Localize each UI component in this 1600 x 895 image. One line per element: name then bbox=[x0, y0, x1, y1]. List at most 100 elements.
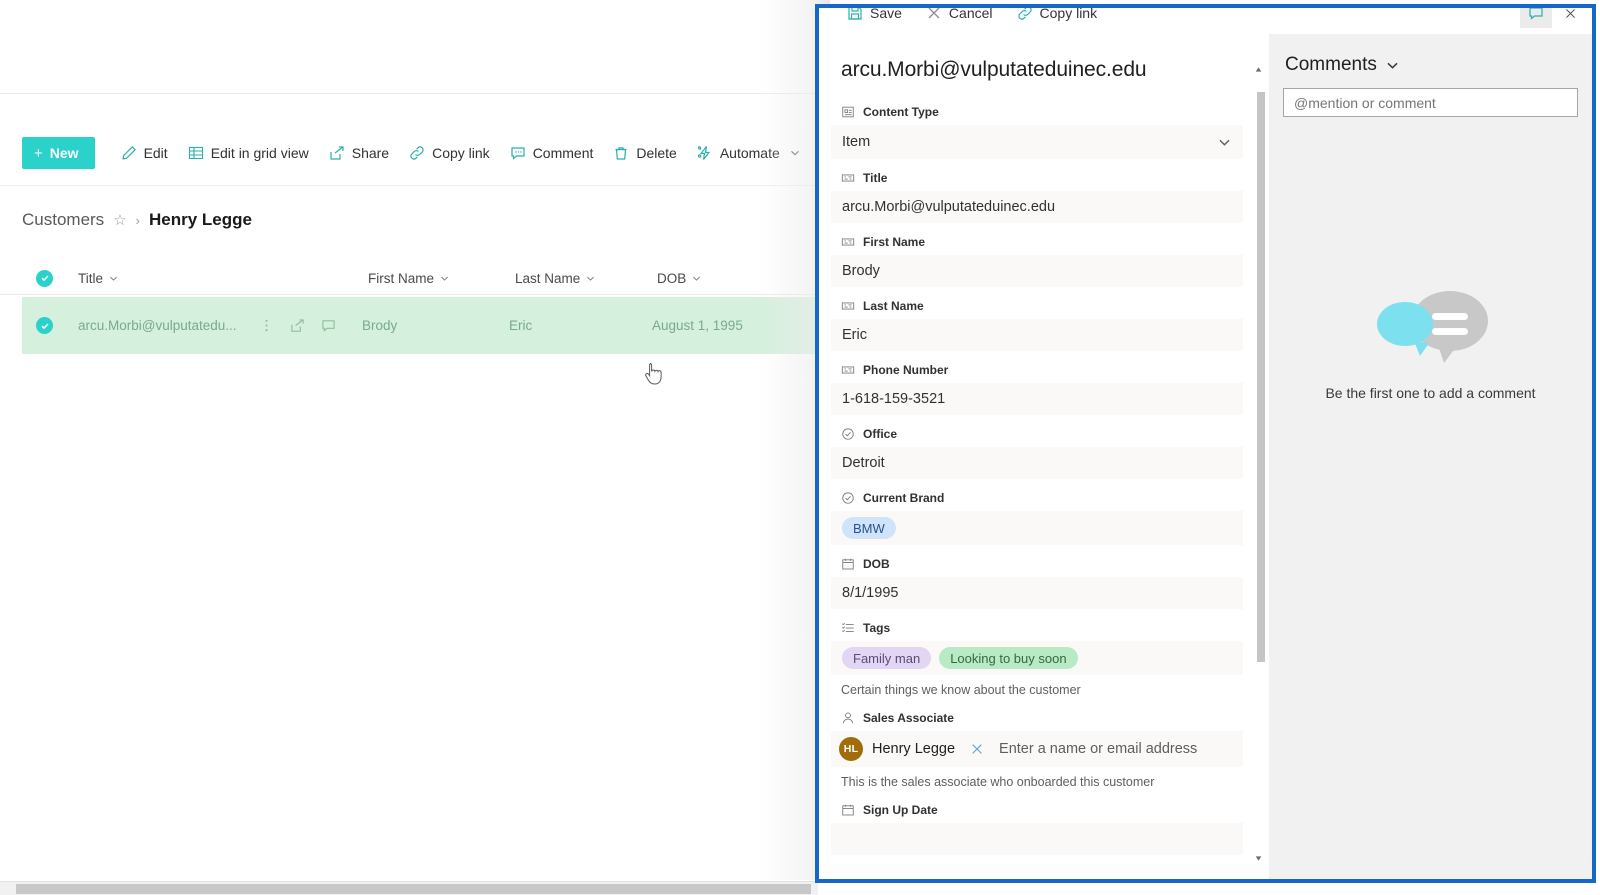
label-text: Phone Number bbox=[863, 363, 949, 377]
share-icon bbox=[329, 145, 345, 161]
edit-in-grid-view-button[interactable]: Edit in grid view bbox=[178, 137, 319, 169]
person-search-input[interactable]: Enter a name or email address bbox=[999, 741, 1197, 757]
comments-empty-state: Be the first one to add a comment bbox=[1269, 289, 1592, 401]
table-header-divider bbox=[0, 294, 830, 295]
content-type-value: Item bbox=[842, 134, 871, 150]
mouse-cursor bbox=[645, 363, 662, 385]
select-all-checkbox[interactable] bbox=[36, 269, 53, 287]
chevron-down-icon bbox=[693, 276, 701, 281]
sales-associate-picker[interactable]: HL Henry Legge Enter a name or email add… bbox=[831, 731, 1243, 767]
table-row[interactable]: arcu.Morbi@vulputatedu... Brody Eric Aug… bbox=[22, 297, 830, 354]
chevron-down-icon bbox=[440, 276, 449, 281]
share-label: Share bbox=[351, 145, 390, 161]
person-name: Henry Legge bbox=[872, 741, 956, 757]
column-header-last-name[interactable]: Last Name bbox=[515, 271, 595, 286]
row-comment-icon[interactable] bbox=[321, 318, 336, 333]
last-name-input[interactable]: Eric bbox=[831, 319, 1243, 351]
row-share-icon[interactable] bbox=[290, 318, 305, 333]
panel-command-bar-right bbox=[1520, 8, 1586, 30]
more-options-icon[interactable] bbox=[259, 318, 274, 333]
comment-button[interactable]: Comment bbox=[500, 137, 604, 169]
close-panel-button[interactable] bbox=[1554, 8, 1586, 28]
list-command-bar: + New Edit Edit in grid view Share Copy … bbox=[0, 128, 839, 178]
row-select-checkbox[interactable] bbox=[36, 317, 53, 334]
new-button[interactable]: + New bbox=[22, 137, 95, 169]
field-phone-number: Phone Number 1-618-159-3521 bbox=[831, 356, 1243, 415]
first-name-input[interactable]: Brody bbox=[831, 255, 1243, 287]
brand-pill: BMW bbox=[842, 517, 896, 539]
field-label: Current Brand bbox=[831, 484, 1243, 511]
label-text: Title bbox=[863, 171, 888, 185]
save-label: Save bbox=[870, 8, 902, 21]
column-header-dob[interactable]: DOB bbox=[657, 271, 701, 286]
breadcrumb-separator: › bbox=[135, 212, 140, 228]
cell-dob: August 1, 1995 bbox=[652, 318, 743, 333]
toggle-comments-button[interactable] bbox=[1520, 8, 1552, 28]
chevron-down-icon bbox=[1387, 62, 1398, 69]
cell-first-name: Brody bbox=[362, 318, 398, 333]
comments-pane: Comments @mention or comment Be the firs… bbox=[1269, 34, 1592, 879]
column-header-first-name[interactable]: First Name bbox=[368, 271, 449, 286]
copy-link-button[interactable]: Copy link bbox=[399, 137, 500, 169]
breadcrumb-current-item[interactable]: Henry Legge bbox=[149, 210, 252, 230]
office-input[interactable]: Detroit bbox=[831, 447, 1243, 479]
label-text: DOB bbox=[863, 557, 890, 571]
automate-icon bbox=[697, 145, 713, 161]
label-text: First Name bbox=[863, 235, 926, 249]
avatar: HL bbox=[839, 737, 863, 761]
sign-up-date-input[interactable] bbox=[831, 823, 1243, 855]
calendar-icon bbox=[841, 803, 855, 817]
command-bar-divider bbox=[0, 185, 830, 186]
form-vertical-scrollbar[interactable] bbox=[1251, 62, 1265, 865]
panel-copy-link-button[interactable]: Copy link bbox=[1007, 8, 1108, 28]
copy-link-label: Copy link bbox=[432, 145, 490, 161]
chevron-down-icon bbox=[1255, 855, 1261, 861]
share-button[interactable]: Share bbox=[319, 137, 399, 169]
breadcrumb-root-link[interactable]: Customers bbox=[22, 210, 104, 230]
phone-number-input[interactable]: 1-618-159-3521 bbox=[831, 383, 1243, 415]
field-label: Phone Number bbox=[831, 356, 1243, 383]
horizontal-scrollbar[interactable] bbox=[0, 881, 818, 895]
column-label: First Name bbox=[368, 270, 435, 286]
tags-input[interactable]: Family man Looking to buy soon bbox=[831, 641, 1243, 675]
cancel-button[interactable]: Cancel bbox=[916, 8, 1003, 28]
title-input[interactable]: arcu.Morbi@vulputateduinec.edu bbox=[831, 191, 1243, 223]
content-type-dropdown[interactable]: Item bbox=[831, 125, 1243, 159]
comment-input[interactable]: @mention or comment bbox=[1283, 88, 1578, 117]
field-last-name: Last Name Eric bbox=[831, 292, 1243, 351]
field-dob: DOB 8/1/1995 bbox=[831, 550, 1243, 609]
save-button[interactable]: Save bbox=[837, 8, 912, 28]
text-icon bbox=[841, 363, 855, 377]
field-sales-associate: Sales Associate HL Henry Legge Enter a n… bbox=[831, 704, 1243, 791]
field-label: Tags bbox=[831, 614, 1243, 641]
favorite-star-icon[interactable]: ☆ bbox=[113, 211, 126, 229]
pencil-icon bbox=[121, 145, 137, 161]
horizontal-scrollbar-thumb[interactable] bbox=[16, 884, 811, 894]
comment-icon bbox=[1529, 8, 1543, 20]
scrollbar-thumb[interactable] bbox=[1257, 92, 1265, 662]
field-label: First Name bbox=[831, 228, 1243, 255]
dob-input[interactable]: 8/1/1995 bbox=[831, 577, 1243, 609]
item-details-panel: Save Cancel Copy link arcu.Morbi@vulputa… bbox=[815, 4, 1596, 883]
chevron-down-icon bbox=[1219, 139, 1230, 146]
person-chip[interactable]: HL Henry Legge bbox=[837, 735, 959, 763]
field-label: Last Name bbox=[831, 292, 1243, 319]
edit-button[interactable]: Edit bbox=[111, 137, 178, 169]
comments-header[interactable]: Comments bbox=[1285, 54, 1578, 76]
app-root: + New Edit Edit in grid view Share Copy … bbox=[0, 0, 1600, 895]
field-label: Title bbox=[831, 164, 1243, 191]
choice-icon bbox=[841, 427, 855, 441]
label-text: Office bbox=[863, 427, 898, 441]
column-label: Last Name bbox=[515, 270, 581, 286]
column-header-title[interactable]: Title bbox=[78, 271, 118, 286]
scroll-down-button[interactable] bbox=[1251, 851, 1265, 865]
current-brand-input[interactable]: BMW bbox=[831, 511, 1243, 545]
check-icon bbox=[36, 269, 53, 287]
delete-button[interactable]: Delete bbox=[603, 137, 686, 169]
scroll-up-button[interactable] bbox=[1251, 62, 1265, 76]
cell-title[interactable]: arcu.Morbi@vulputatedu... bbox=[78, 318, 237, 333]
scrollbar-track[interactable] bbox=[1254, 76, 1265, 851]
remove-person-button[interactable] bbox=[965, 737, 989, 761]
content-type-icon bbox=[841, 105, 855, 119]
field-first-name: First Name Brody bbox=[831, 228, 1243, 287]
